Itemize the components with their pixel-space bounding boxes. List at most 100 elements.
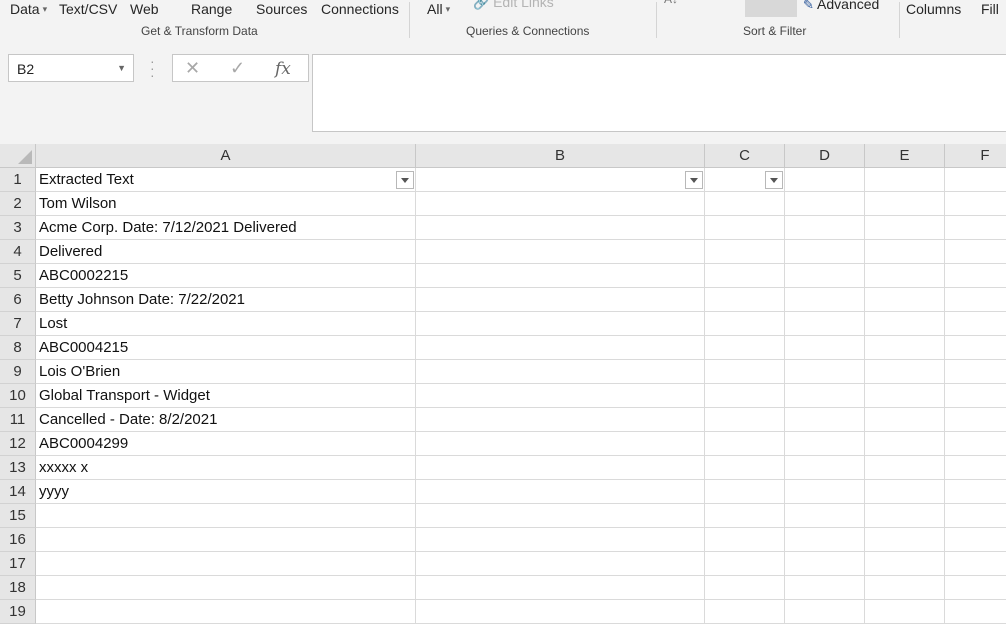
row-header[interactable]: 9 (0, 360, 36, 384)
cell-a12[interactable]: ABC0004299 (36, 432, 416, 456)
cell-d8[interactable] (785, 336, 865, 360)
cell-a18[interactable] (36, 576, 416, 600)
cell-f15[interactable] (945, 504, 1006, 528)
row-header[interactable]: 14 (0, 480, 36, 504)
cell-c5[interactable] (705, 264, 785, 288)
cell-a14[interactable]: yyyy (36, 480, 416, 504)
cell-c13[interactable] (705, 456, 785, 480)
cell-f2[interactable] (945, 192, 1006, 216)
cell-e7[interactable] (865, 312, 945, 336)
cell-f13[interactable] (945, 456, 1006, 480)
cell-c19[interactable] (705, 600, 785, 624)
cell-e12[interactable] (865, 432, 945, 456)
insert-function-icon[interactable]: fx (275, 59, 291, 79)
cell-c2[interactable] (705, 192, 785, 216)
row-header[interactable]: 17 (0, 552, 36, 576)
cell-b7[interactable] (416, 312, 705, 336)
cell-c15[interactable] (705, 504, 785, 528)
row-header[interactable]: 15 (0, 504, 36, 528)
column-header-c[interactable]: C (705, 144, 785, 168)
filter-dropdown-a[interactable] (396, 171, 414, 189)
cell-f19[interactable] (945, 600, 1006, 624)
cell-e15[interactable] (865, 504, 945, 528)
advanced-filter-button[interactable]: ✎ Advanced (803, 0, 879, 13)
cell-f1[interactable] (945, 168, 1006, 192)
cell-b9[interactable] (416, 360, 705, 384)
cell-f3[interactable] (945, 216, 1006, 240)
cell-b3[interactable] (416, 216, 705, 240)
row-header[interactable]: 5 (0, 264, 36, 288)
cell-b2[interactable] (416, 192, 705, 216)
row-header[interactable]: 11 (0, 408, 36, 432)
cell-e3[interactable] (865, 216, 945, 240)
row-header[interactable]: 8 (0, 336, 36, 360)
cell-a16[interactable] (36, 528, 416, 552)
row-header[interactable]: 12 (0, 432, 36, 456)
cell-e17[interactable] (865, 552, 945, 576)
cell-d1[interactable] (785, 168, 865, 192)
cell-e11[interactable] (865, 408, 945, 432)
cell-f8[interactable] (945, 336, 1006, 360)
cell-c18[interactable] (705, 576, 785, 600)
cell-e10[interactable] (865, 384, 945, 408)
cell-b18[interactable] (416, 576, 705, 600)
get-data-button[interactable]: Data ▾ (10, 1, 47, 17)
row-header[interactable]: 10 (0, 384, 36, 408)
cell-f9[interactable] (945, 360, 1006, 384)
row-header[interactable]: 18 (0, 576, 36, 600)
row-header[interactable]: 3 (0, 216, 36, 240)
chevron-down-icon[interactable]: ▼ (117, 63, 126, 73)
cell-b1[interactable] (416, 168, 705, 192)
cell-a4[interactable]: Delivered (36, 240, 416, 264)
cancel-icon[interactable]: ✕ (185, 58, 200, 79)
cell-c12[interactable] (705, 432, 785, 456)
cell-c9[interactable] (705, 360, 785, 384)
cell-b19[interactable] (416, 600, 705, 624)
cell-d17[interactable] (785, 552, 865, 576)
cell-a5[interactable]: ABC0002215 (36, 264, 416, 288)
cell-d16[interactable] (785, 528, 865, 552)
cell-d10[interactable] (785, 384, 865, 408)
row-header[interactable]: 19 (0, 600, 36, 624)
cell-c8[interactable] (705, 336, 785, 360)
cell-a9[interactable]: Lois O'Brien (36, 360, 416, 384)
select-all-button[interactable] (0, 144, 36, 168)
cell-b17[interactable] (416, 552, 705, 576)
cell-a3[interactable]: Acme Corp. Date: 7/12/2021 Delivered (36, 216, 416, 240)
cell-c10[interactable] (705, 384, 785, 408)
cell-a8[interactable]: ABC0004215 (36, 336, 416, 360)
cell-d2[interactable] (785, 192, 865, 216)
cell-f10[interactable] (945, 384, 1006, 408)
cell-d12[interactable] (785, 432, 865, 456)
cell-f16[interactable] (945, 528, 1006, 552)
name-box[interactable]: B2 ▼ (8, 54, 134, 82)
cell-e2[interactable] (865, 192, 945, 216)
row-header[interactable]: 2 (0, 192, 36, 216)
column-header-f[interactable]: F (945, 144, 1006, 168)
cell-d3[interactable] (785, 216, 865, 240)
cell-e18[interactable] (865, 576, 945, 600)
column-header-d[interactable]: D (785, 144, 865, 168)
cell-c16[interactable] (705, 528, 785, 552)
cell-e14[interactable] (865, 480, 945, 504)
cell-c11[interactable] (705, 408, 785, 432)
cell-d9[interactable] (785, 360, 865, 384)
cell-c4[interactable] (705, 240, 785, 264)
from-text-csv-button[interactable]: Text/CSV (59, 1, 117, 17)
cell-f11[interactable] (945, 408, 1006, 432)
cell-f5[interactable] (945, 264, 1006, 288)
row-header[interactable]: 7 (0, 312, 36, 336)
cell-b14[interactable] (416, 480, 705, 504)
cell-a15[interactable] (36, 504, 416, 528)
existing-connections-button[interactable]: Connections (321, 1, 399, 17)
column-header-a[interactable]: A (36, 144, 416, 168)
cell-b16[interactable] (416, 528, 705, 552)
cell-b13[interactable] (416, 456, 705, 480)
cell-b11[interactable] (416, 408, 705, 432)
cell-a6[interactable]: Betty Johnson Date: 7/22/2021 (36, 288, 416, 312)
cell-f6[interactable] (945, 288, 1006, 312)
cell-e9[interactable] (865, 360, 945, 384)
cell-e4[interactable] (865, 240, 945, 264)
cell-e5[interactable] (865, 264, 945, 288)
cell-b5[interactable] (416, 264, 705, 288)
